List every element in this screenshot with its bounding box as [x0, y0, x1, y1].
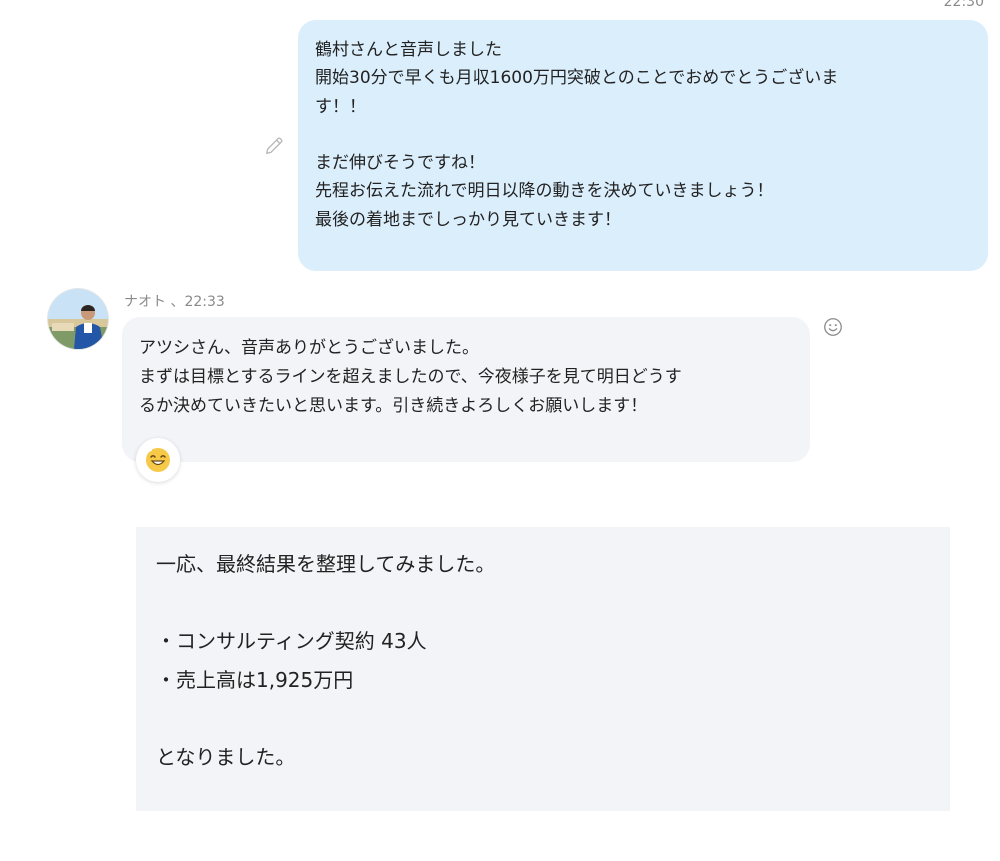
summary-line: ・売上高は1,925万円	[156, 667, 354, 692]
summary-line	[156, 699, 930, 738]
summary-line: 一応、最終結果を整理してみました。	[156, 552, 496, 576]
edit-pencil-icon[interactable]	[263, 135, 285, 157]
message-line: アツシさん、音声ありがとうございました。	[139, 338, 479, 358]
message-reaction[interactable]	[136, 438, 180, 482]
summary-line: となりました。	[156, 744, 296, 769]
message-line: 開始30分で早くも月収1600万円突破とのことでおめでとうございま	[315, 68, 839, 89]
message-line: 最後の着地までしっかり見ていきます！	[315, 209, 621, 230]
meta-separator: 、	[170, 294, 185, 310]
message-line: まだ伸びそうですね！	[315, 153, 485, 174]
avatar-photo	[48, 289, 108, 349]
summary-line	[156, 584, 930, 623]
incoming-timestamp: 22:33	[184, 294, 225, 310]
add-reaction-icon[interactable]	[822, 316, 844, 338]
message-line: るか決めていきたいと思います。引き続きよろしくお願いします！	[139, 396, 648, 416]
outgoing-message-bubble[interactable]: 鶴村さんと音声しました 開始30分で早くも月収1600万円突破とのことでおめでと…	[298, 20, 988, 271]
incoming-message-bubble[interactable]: アツシさん、音声ありがとうございました。 まずは目標とするラインを超えましたので…	[122, 317, 810, 462]
outgoing-timestamp: 22:30	[943, 0, 984, 10]
message-line: 鶴村さんと音声しました	[315, 40, 502, 60]
grinning-emoji-icon	[146, 448, 170, 472]
message-line: まずは目標とするラインを超えましたので、今夜様子を見て明日どうす	[139, 367, 682, 387]
summary-line: ・コンサルティング契約 43人	[156, 629, 427, 653]
summary-card: 一応、最終結果を整理してみました。 ・コンサルティング契約 43人 ・売上高は1…	[136, 527, 950, 811]
chat-view: 22:30 鶴村さんと音声しました 開始30分で早くも月収1600万円突破とのこ…	[0, 0, 1000, 861]
message-line: 先程お伝えた流れで明日以降の動きを決めていきましょう！	[315, 181, 774, 202]
message-line: す！！	[315, 96, 366, 117]
avatar[interactable]	[48, 289, 108, 349]
sender-name: ナオト	[124, 294, 166, 310]
sender-meta: ナオト 、22:33	[124, 291, 225, 311]
message-line	[315, 121, 970, 149]
